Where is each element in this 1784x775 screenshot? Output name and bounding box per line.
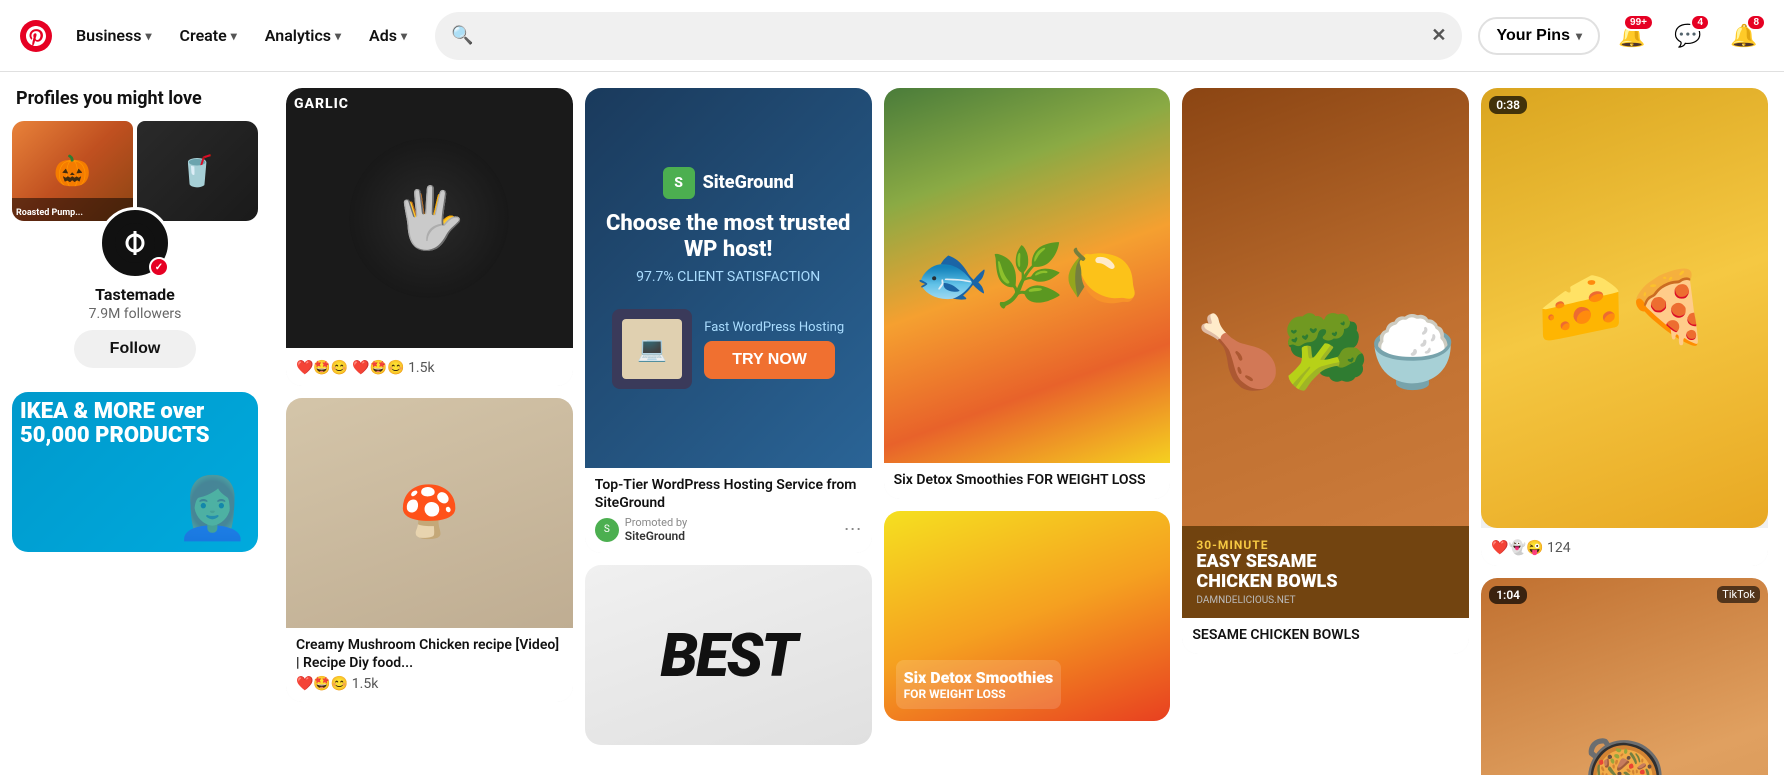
follow-button[interactable]: Follow (74, 330, 197, 368)
search-input[interactable]: recipes (481, 27, 1423, 45)
profile-name: Tastemade (95, 285, 175, 304)
search-icon: 🔍 (451, 25, 473, 46)
pin-mushroom-info: Creamy Mushroom Chicken recipe [Video] |… (286, 628, 573, 702)
pin-tiktok[interactable]: 1:04 TikTok 🥘 (1481, 578, 1768, 775)
pin-smoothie-subtext: FOR WEIGHT LOSS (904, 687, 1054, 701)
pin-mushroom[interactable]: 🍄 Creamy Mushroom Chicken recipe [Video]… (286, 398, 573, 702)
pin-garlic-info: ❤️🤩😊 ❤️🤩😊 1.5k (286, 348, 573, 386)
main-content: Profiles you might love 🎃 Roasted Pump..… (0, 72, 1784, 775)
more-options-button[interactable]: ⋯ (844, 519, 862, 540)
sidebar: Profiles you might love 🎃 Roasted Pump..… (0, 72, 270, 775)
messages-badge: 4 (1690, 14, 1710, 31)
pin-garlic-reactions: ❤️🤩😊 ❤️🤩😊 1.5k (296, 360, 563, 376)
profile-card: ✓ Tastemade 7.9M followers Follow (12, 229, 258, 376)
your-pins-label: Your Pins (1496, 27, 1570, 45)
pin-smoothie[interactable]: Six Detox Smoothies FOR WEIGHT LOSS (884, 511, 1171, 721)
pin-best[interactable]: BEST (585, 565, 872, 745)
pin-tiktok-image: 🥘 (1481, 578, 1768, 775)
pin-siteground-info: Top-Tier WordPress Hosting Service from … (585, 468, 872, 553)
chevron-down-icon: ▾ (231, 29, 237, 43)
alerts-button[interactable]: 🔔 8 (1720, 12, 1768, 60)
nav-business[interactable]: Business ▾ (64, 18, 164, 53)
pin-best-image: BEST (585, 565, 872, 745)
main-nav: Business ▾ Create ▾ Analytics ▾ Ads ▾ (64, 18, 419, 53)
pin-promoted-row: S Promoted by SiteGround ⋯ (595, 516, 862, 543)
promoted-name: SiteGround (625, 529, 687, 543)
alerts-badge: 8 (1746, 14, 1766, 31)
try-now-button[interactable]: TRY NOW (704, 341, 835, 379)
pin-salmon-title: Six Detox Smoothies FOR WEIGHT LOSS (894, 471, 1161, 489)
header: Business ▾ Create ▾ Analytics ▾ Ads ▾ 🔍 … (0, 0, 1784, 72)
your-pins-button[interactable]: Your Pins ▾ (1478, 17, 1600, 55)
pin-mushroom-reactions: ❤️🤩😊 1.5k (296, 676, 563, 692)
pin-salmon[interactable]: 🐟🌿🍋 Six Detox Smoothies FOR WEIGHT LOSS (884, 88, 1171, 499)
verified-badge: ✓ (149, 257, 169, 277)
messages-button[interactable]: 💬 4 (1664, 12, 1712, 60)
pin-smoothie-text: Six Detox Smoothies (904, 668, 1054, 687)
pin-sesame[interactable]: 🍗🥦🍚 30-MINUTE EASY SESAMECHICKEN BOWLS D… (1182, 88, 1469, 654)
ikea-card-text: IKEA & MORE over 50,000 PRODUCTS (20, 400, 250, 448)
notifications-button[interactable]: 🔔 99+ (1608, 12, 1656, 60)
sesame-title-text: EASY SESAMECHICKEN BOWLS (1196, 552, 1455, 592)
pin-sesame-title: SESAME CHICKEN BOWLS (1192, 626, 1459, 644)
profile-followers: 7.9M followers (89, 306, 182, 322)
nav-ads[interactable]: Ads ▾ (357, 18, 419, 53)
chevron-down-icon: ▾ (145, 29, 151, 43)
pin-salmon-image: 🐟🌿🍋 (884, 88, 1171, 463)
pin-mushroom-title: Creamy Mushroom Chicken recipe [Video] |… (296, 636, 563, 672)
sesame-thirty-min: 30-MINUTE (1196, 538, 1455, 552)
pin-sesame-info: SESAME CHICKEN BOWLS (1182, 618, 1469, 654)
pin-garlic-image: GARLIC 🖐 (286, 88, 573, 348)
pin-smoothie-image: Six Detox Smoothies FOR WEIGHT LOSS (884, 511, 1171, 721)
tiktok-badge: TikTok (1717, 586, 1760, 603)
chevron-down-icon: ▾ (401, 29, 407, 43)
search-bar: 🔍 recipes ✕ (435, 12, 1462, 60)
pin-siteground-image: S SiteGround Choose the most trusted WP … (585, 88, 872, 468)
pin-cheesy-reactions: ❤️👻😜 124 (1491, 540, 1758, 556)
nav-ads-label: Ads (369, 26, 397, 45)
clear-search-button[interactable]: ✕ (1431, 25, 1446, 46)
pins-grid: GARLIC 🖐 ❤️🤩😊 ❤️🤩😊 1.5k 🍄 Creamy Mushroo… (270, 72, 1784, 775)
notifications-badge: 99+ (1623, 14, 1654, 31)
logo-button[interactable] (16, 16, 56, 56)
chevron-down-icon: ▾ (335, 29, 341, 43)
pin-cheesy-info: ❤️👻😜 124 (1481, 528, 1768, 566)
nav-analytics-label: Analytics (265, 26, 331, 45)
video-duration-badge: 0:38 (1489, 96, 1527, 114)
video-duration-badge-tiktok: 1:04 (1489, 586, 1527, 604)
nav-analytics[interactable]: Analytics ▾ (253, 18, 353, 53)
masonry-grid: GARLIC 🖐 ❤️🤩😊 ❤️🤩😊 1.5k 🍄 Creamy Mushroo… (286, 88, 1768, 775)
promoted-by-label: Promoted by (625, 516, 687, 529)
pin-salmon-info: Six Detox Smoothies FOR WEIGHT LOSS (884, 463, 1171, 499)
nav-business-label: Business (76, 26, 141, 45)
pin-sesame-image: 🍗🥦🍚 30-MINUTE EASY SESAMECHICKEN BOWLS D… (1182, 88, 1469, 618)
pin-siteground-title: Top-Tier WordPress Hosting Service from … (595, 476, 862, 512)
header-icons: 🔔 99+ 💬 4 🔔 8 (1608, 12, 1768, 60)
promoted-info: Promoted by SiteGround (625, 516, 687, 543)
profiles-section-title: Profiles you might love (12, 88, 258, 109)
pin-siteground[interactable]: S SiteGround Choose the most trusted WP … (585, 88, 872, 553)
pin-mushroom-image: 🍄 (286, 398, 573, 628)
promoted-avatar: S (595, 518, 619, 542)
pin-cheesy-image: 🧀🍕 (1481, 88, 1768, 528)
profile-preview-images: 🎃 Roasted Pump... 🥤 (12, 121, 258, 221)
siteground-tagline: Choose the most trusted WP host! (601, 211, 856, 264)
sesame-site: DAMNDELICIOUS.NET (1196, 595, 1455, 606)
pin-cheesy[interactable]: 0:38 🧀🍕 ❤️👻😜 124 (1481, 88, 1768, 566)
ikea-card[interactable]: IKEA & MORE over 50,000 PRODUCTS 👩‍🦰 (12, 392, 258, 552)
chevron-down-icon: ▾ (1576, 29, 1582, 43)
siteground-sub: 97.7% CLIENT SATISFACTION (636, 269, 820, 285)
profile-avatar-wrap: ✓ (99, 207, 171, 279)
nav-create-label: Create (180, 26, 227, 45)
nav-create[interactable]: Create ▾ (168, 18, 249, 53)
pin-garlic[interactable]: GARLIC 🖐 ❤️🤩😊 ❤️🤩😊 1.5k (286, 88, 573, 386)
